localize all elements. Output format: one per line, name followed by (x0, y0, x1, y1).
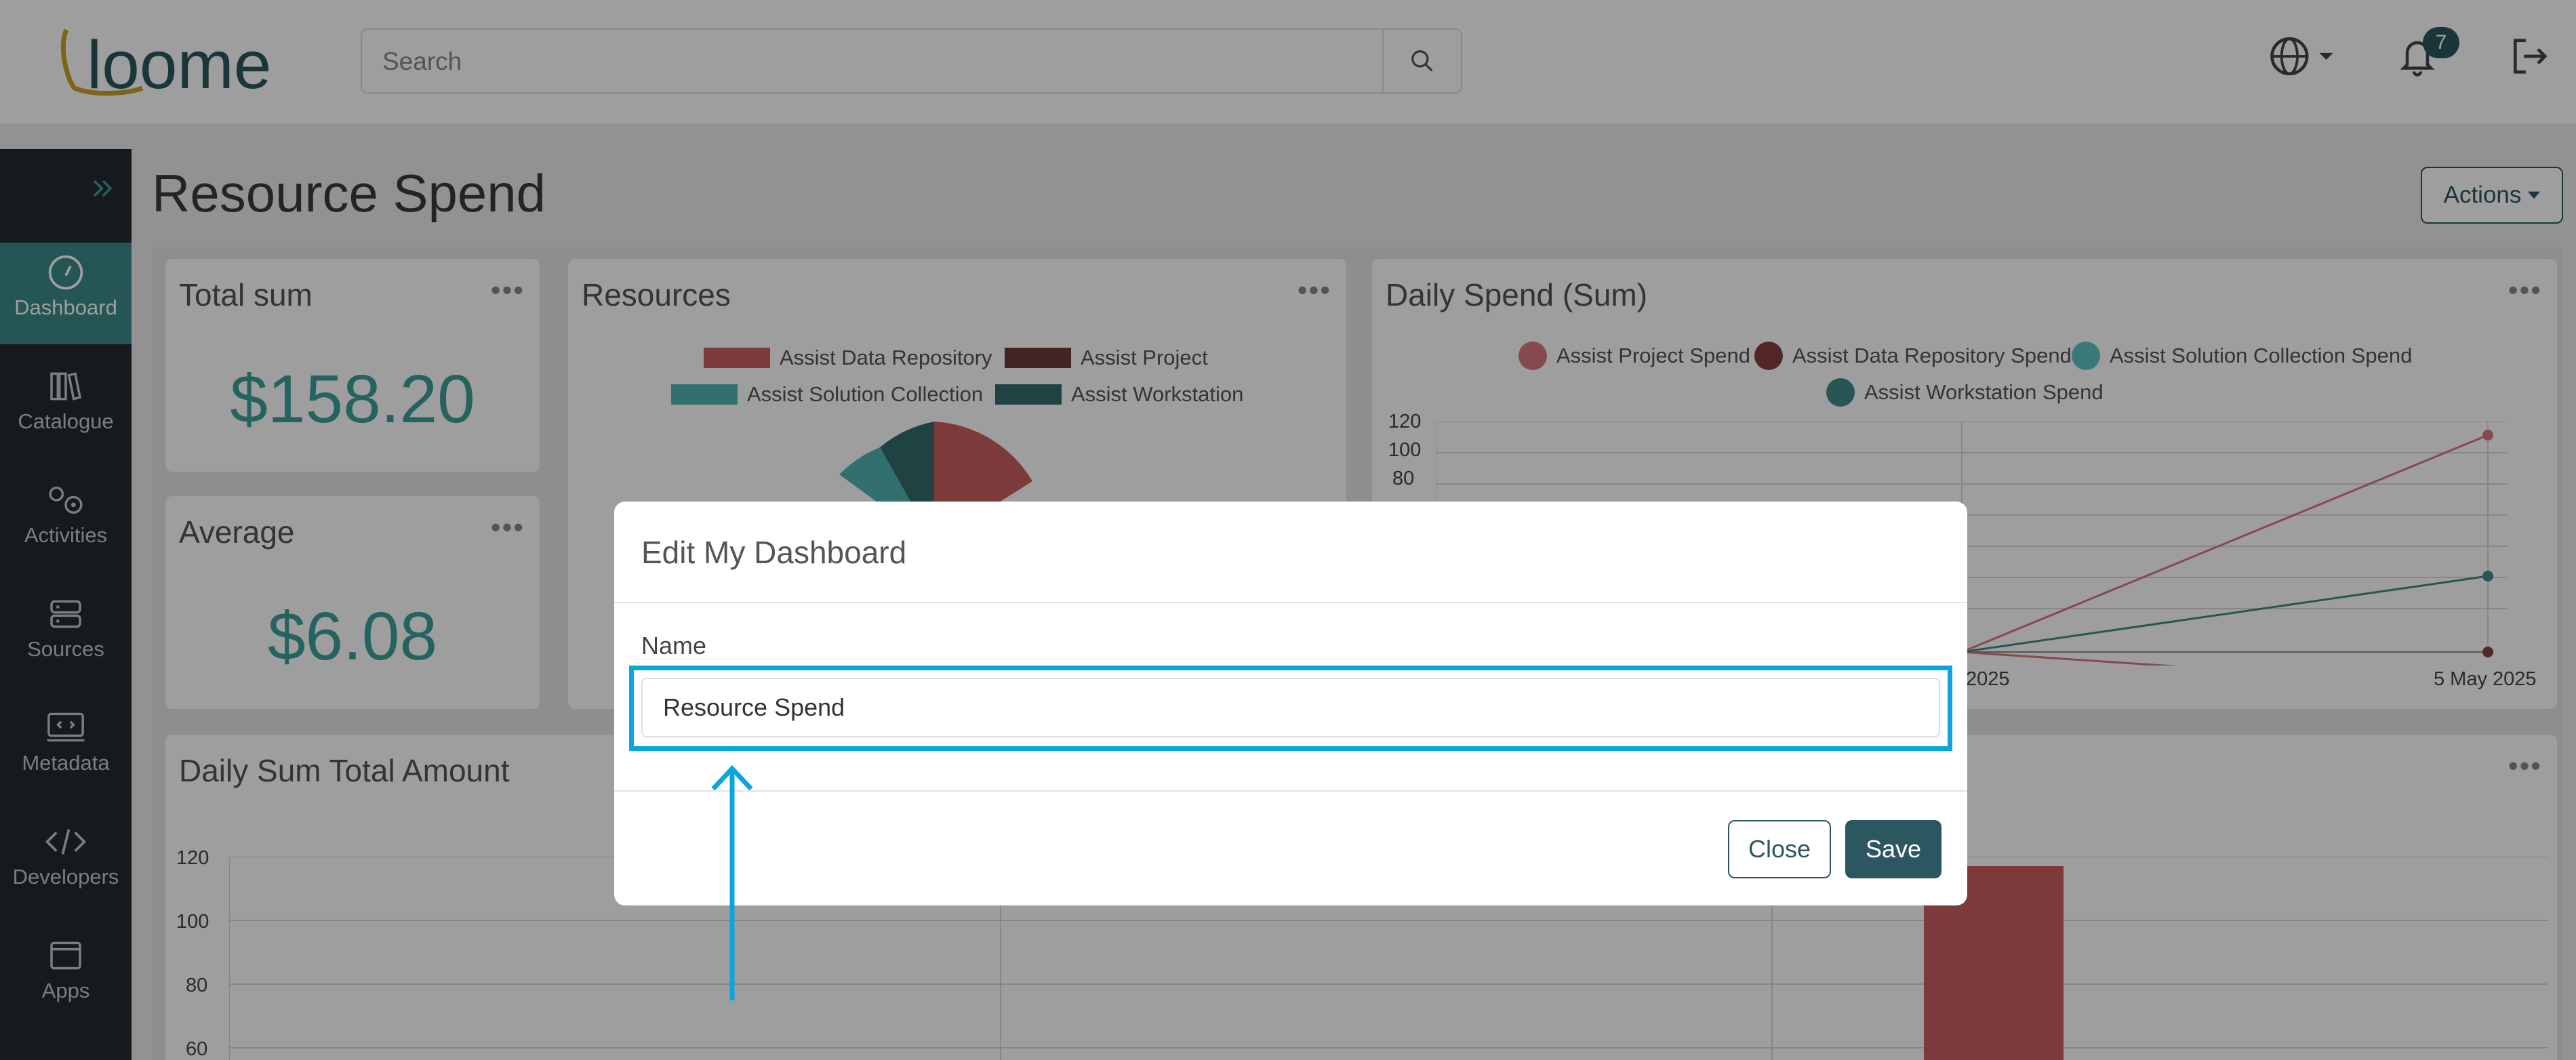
name-label: Name (641, 632, 707, 659)
close-button[interactable]: Close (1728, 820, 1831, 878)
divider (614, 790, 1967, 792)
modal-title: Edit My Dashboard (641, 535, 907, 570)
annotation-arrow-icon (711, 765, 753, 1000)
edit-dashboard-modal: Edit My Dashboard Name Close Save (614, 502, 1967, 905)
divider (614, 602, 1967, 603)
save-button[interactable]: Save (1845, 820, 1941, 878)
dashboard-name-input[interactable] (641, 678, 1940, 737)
